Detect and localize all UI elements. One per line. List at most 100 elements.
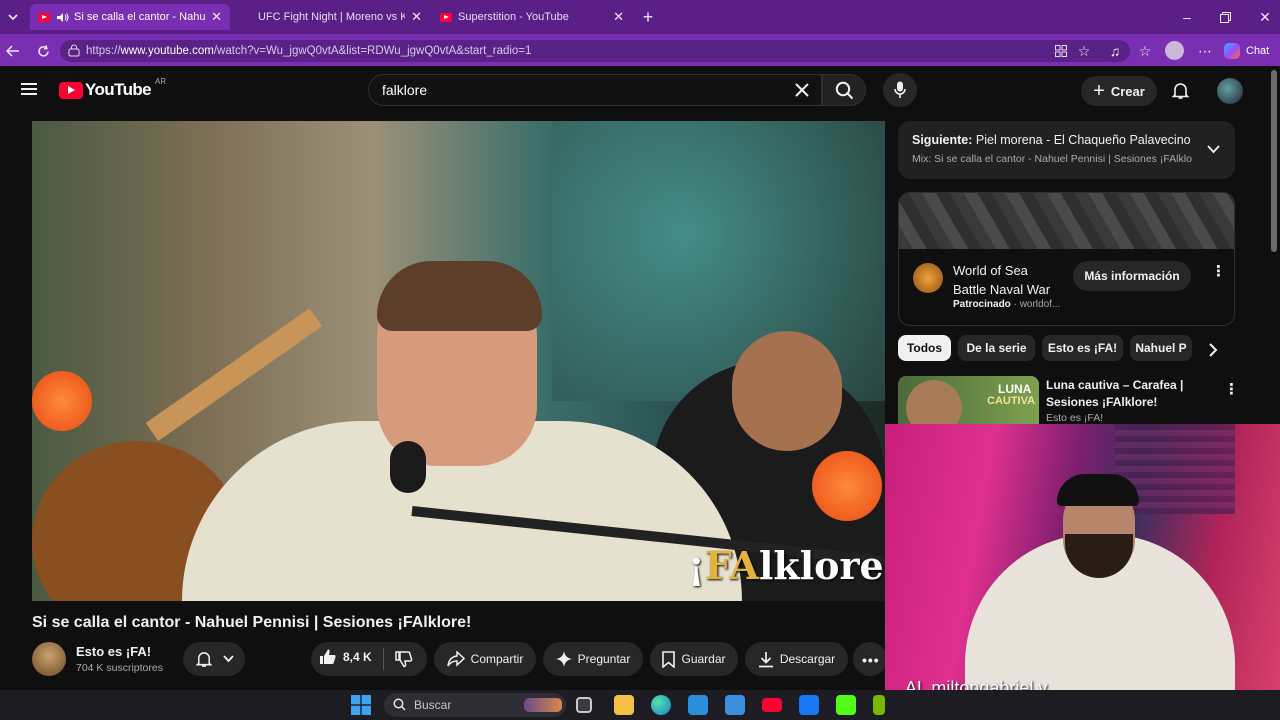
video-player[interactable]: ¡FAlklore! (32, 121, 885, 601)
ask-button[interactable]: Preguntar (543, 642, 643, 676)
kick-app-icon[interactable] (836, 695, 856, 715)
speaker-icon[interactable] (56, 12, 69, 23)
new-tab-plus-icon[interactable]: + (638, 7, 658, 27)
microphone (390, 441, 426, 493)
music-extension-icon[interactable]: ♫ (1106, 42, 1124, 60)
save-label: Guardar (681, 652, 726, 666)
notifications-bell-icon[interactable] (1171, 81, 1190, 100)
guitar-neck (145, 308, 323, 442)
window-minimize-icon[interactable]: – (1178, 8, 1196, 26)
chip-nahuel[interactable]: Nahuel P (1130, 335, 1192, 361)
up-next-panel[interactable]: Siguiente: Piel morena - El Chaqueño Pal… (898, 121, 1235, 179)
windows-start-icon[interactable] (351, 695, 371, 715)
ad-logo (913, 263, 943, 293)
ask-label: Preguntar (577, 652, 631, 666)
scrollbar-thumb[interactable] (1271, 70, 1277, 252)
account-avatar[interactable] (1217, 78, 1243, 104)
download-icon (758, 651, 774, 668)
thumbs-up-icon (319, 648, 337, 666)
url-host: www.youtube.com (120, 45, 214, 57)
thumbnail-text-1: LUNA (998, 382, 1032, 396)
create-label: Crear (1110, 83, 1145, 99)
clear-search-icon[interactable] (794, 82, 810, 98)
back-arrow-icon[interactable] (4, 42, 22, 60)
url-input[interactable]: https://www.youtube.com/watch?v=Wu_jgwQ0… (60, 40, 1130, 62)
related-thumbnail: LUNA CAUTIVA (898, 376, 1039, 424)
flower-left (32, 371, 92, 431)
window-maximize-icon[interactable] (1216, 8, 1234, 26)
voice-search-button[interactable] (883, 73, 917, 107)
apps-grid-icon[interactable] (1052, 42, 1070, 60)
file-explorer-icon[interactable] (614, 695, 634, 715)
up-next-title: Siguiente: Piel morena - El Chaqueño Pal… (912, 133, 1192, 147)
search-input[interactable]: falklore (368, 74, 822, 106)
subscription-bell-button[interactable] (183, 642, 245, 676)
ad-banner-image (899, 193, 1234, 249)
webcam-handle-text: AL miltongabriel.v (905, 678, 1048, 690)
streamer-cap (1057, 474, 1139, 506)
related-title-line2: Sesiones ¡FAlklore! (1046, 395, 1158, 409)
tab-title: Si se calla el cantor - Nahuel P (74, 11, 206, 23)
chip-de-la-serie[interactable]: De la serie (958, 335, 1035, 361)
falklore-logo: ¡FAlklore! (688, 543, 885, 588)
chip-todos[interactable]: Todos (898, 335, 951, 361)
tab-superstition[interactable]: Superstition - YouTube ✕ (432, 4, 632, 30)
facebook-icon[interactable] (799, 695, 819, 715)
mail-icon[interactable] (725, 695, 745, 715)
chip-esto-es-fa[interactable]: Esto es ¡FA! (1042, 335, 1123, 361)
expand-chevron-icon[interactable] (1207, 145, 1220, 154)
streamer-webcam-overlay: AL miltongabriel.v (885, 424, 1280, 690)
ad-title-line2: Battle Naval War (953, 282, 1051, 297)
favorite-star-icon[interactable]: ☆ (1075, 42, 1093, 60)
taskbar-search-input[interactable]: Buscar (384, 693, 566, 717)
thumbnail-text-2: CAUTIVA (987, 395, 1036, 407)
reload-icon[interactable] (34, 42, 52, 60)
save-button[interactable]: Guardar (650, 642, 738, 676)
nvidia-app-icon[interactable] (873, 695, 885, 715)
more-actions-button[interactable]: ••• (853, 642, 887, 676)
create-button[interactable]: + Crear (1081, 76, 1157, 106)
chips-next-chevron-icon[interactable] (1209, 343, 1218, 357)
search-button[interactable] (822, 74, 866, 106)
ad-more-vertical-icon[interactable]: ⋮ (1211, 264, 1226, 279)
like-button[interactable]: 8,4 K (319, 648, 372, 666)
dislike-button[interactable] (395, 650, 413, 668)
tab-close-icon[interactable]: ✕ (411, 9, 422, 25)
related-title-line1: Luna cautiva – Carafea | (1046, 378, 1184, 392)
related-video-item[interactable]: LUNA CAUTIVA Luna cautiva – Carafea | Se… (898, 376, 1239, 424)
tab-ufc[interactable]: UFC Fight Night | Moreno vs Kava ✕ (232, 4, 430, 30)
channel-name[interactable]: Esto es ¡FA! (76, 644, 151, 659)
tab-close-icon[interactable]: ✕ (613, 9, 624, 25)
edge-browser-icon[interactable] (651, 695, 671, 715)
tab-youtube-current[interactable]: Si se calla el cantor - Nahuel P ✕ (30, 4, 230, 30)
youtube-logo[interactable]: YouTube AR (59, 77, 166, 100)
like-count: 8,4 K (343, 650, 372, 664)
taskbar-search-placeholder: Buscar (414, 698, 452, 712)
copilot-chat-button[interactable]: Chat (1224, 40, 1276, 62)
profile-avatar[interactable] (1165, 41, 1184, 60)
tab-close-icon[interactable]: ✕ (211, 9, 222, 25)
singer-hair (377, 261, 542, 331)
url-path: /watch?v=Wu_jgwQ0vtA&list=RDWu_jgwQ0vtA&… (213, 45, 532, 57)
hamburger-menu-icon[interactable] (20, 82, 38, 96)
share-button[interactable]: Compartir (434, 642, 536, 676)
search-highlight-image (524, 698, 562, 712)
ad-cta-button[interactable]: Más información (1073, 261, 1191, 291)
tab-list-chevron-icon[interactable] (4, 8, 22, 26)
mix-subtitle: Mix: Si se calla el cantor - Nahuel Penn… (912, 153, 1192, 165)
download-button[interactable]: Descargar (745, 642, 848, 676)
channel-avatar[interactable] (32, 642, 66, 676)
sponsored-ad-card[interactable]: World of Sea Battle Naval War Patrocinad… (898, 192, 1235, 326)
window-close-icon[interactable]: ✕ (1256, 8, 1274, 26)
youtube-app-icon[interactable] (762, 698, 782, 712)
task-view-icon[interactable] (576, 697, 592, 713)
more-menu-icon[interactable]: ⋯ (1196, 42, 1214, 60)
related-more-vertical-icon[interactable]: ⋮ (1224, 380, 1239, 398)
favorites-icon[interactable]: ☆ (1136, 42, 1154, 60)
microsoft-store-icon[interactable] (688, 695, 708, 715)
sparkle-icon (555, 651, 572, 667)
video-title: Si se calla el cantor - Nahuel Pennisi |… (32, 614, 472, 631)
lock-icon[interactable] (68, 44, 80, 57)
thumbs-down-icon (395, 650, 413, 668)
download-label: Descargar (779, 652, 836, 666)
